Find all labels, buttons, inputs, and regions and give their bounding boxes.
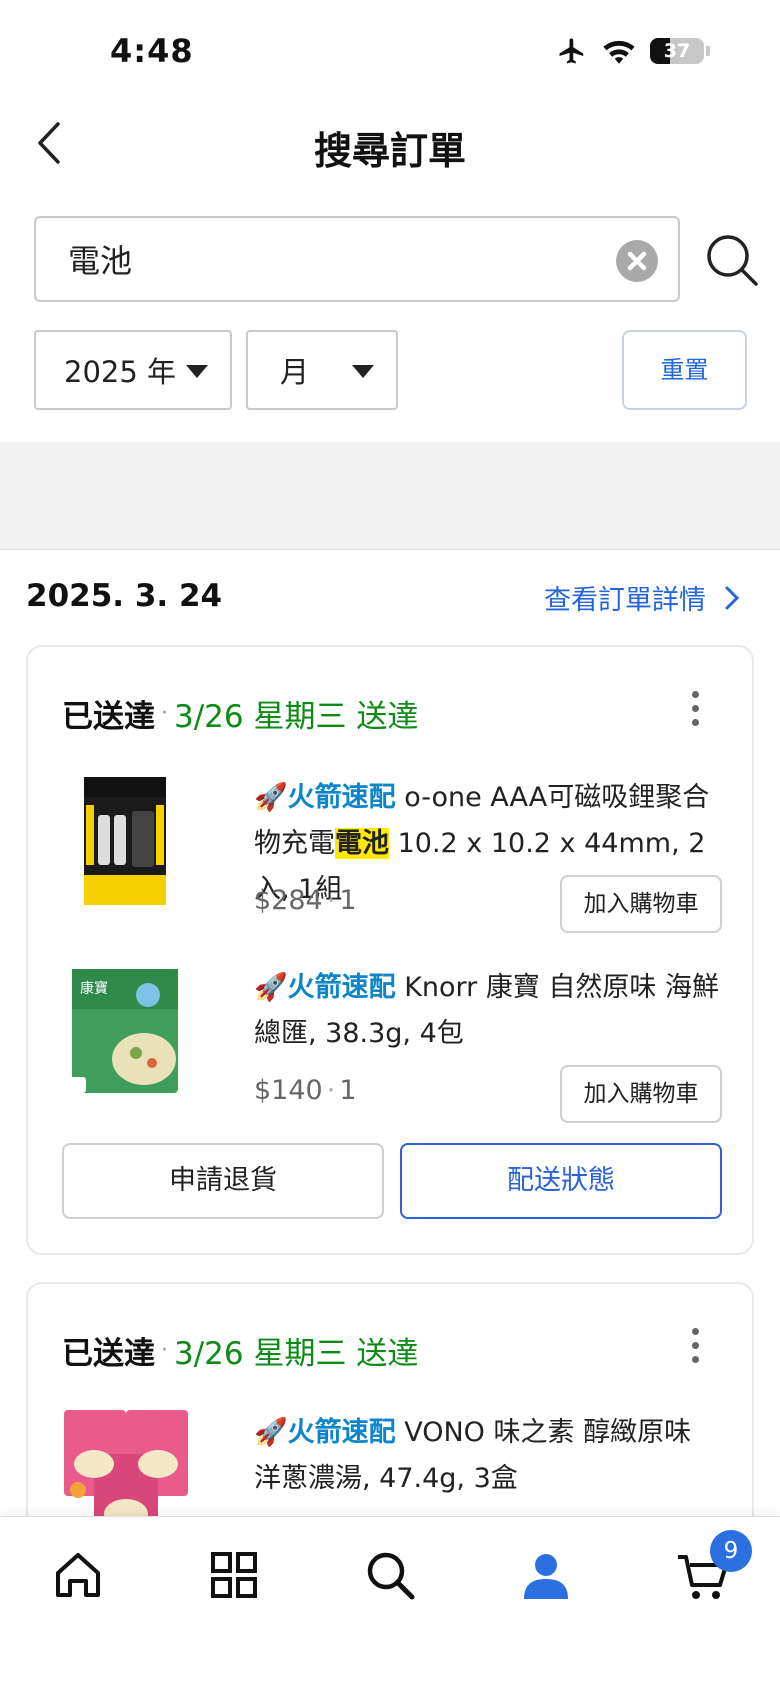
status-time: 4:48 xyxy=(110,32,194,70)
chevron-down-icon xyxy=(352,365,374,378)
more-options-icon[interactable] xyxy=(690,1328,700,1368)
delivery-status: 已送達 · 3/26 星期三 送達 xyxy=(62,691,418,736)
cart-count-badge: 9 xyxy=(710,1530,752,1572)
rocket-delivery-badge: 🚀火箭速配 xyxy=(254,782,396,813)
quantity: 1 xyxy=(339,885,357,916)
page-title: 搜尋訂單 xyxy=(313,129,466,173)
bottom-nav xyxy=(0,1516,780,1689)
product-image-battery[interactable] xyxy=(62,775,192,915)
status-label: 已送達 xyxy=(62,699,155,735)
quantity: 1 xyxy=(339,1075,357,1106)
add-to-cart-button[interactable]: 加入購物車 xyxy=(560,875,722,933)
price: $284 xyxy=(254,885,323,916)
search-field[interactable] xyxy=(34,216,680,302)
product-image-soup[interactable]: 康寶 xyxy=(62,965,192,1105)
delivery-eta: 3/26 星期三 送達 xyxy=(174,699,419,735)
search-highlight: 電池 xyxy=(335,828,389,859)
month-select-label: 月 xyxy=(280,355,310,389)
more-options-icon[interactable] xyxy=(690,691,700,731)
order-item[interactable]: 康寶 🚀火箭速配 Knorr 康寶 自然原味 海鮮總匯, 38.3g, 4包 $… xyxy=(62,965,722,1145)
order-card: 已送達 · 3/26 星期三 送達 🚀火箭速配 o-one AAA可磁吸鋰聚合物… xyxy=(26,645,754,1255)
rocket-delivery-badge: 🚀火箭速配 xyxy=(254,972,396,1003)
status-bar: 4:48 37 xyxy=(0,0,780,100)
product-title[interactable]: 🚀火箭速配 VONO 味之素 醇緻原味 洋蔥濃湯, 47.4g, 3盒 xyxy=(254,1410,724,1502)
delivery-status: 已送達 · 3/26 星期三 送達 xyxy=(62,1328,418,1373)
delivery-eta: 3/26 星期三 送達 xyxy=(174,1336,419,1372)
status-icons: 37 xyxy=(556,36,710,66)
battery-level: 37 xyxy=(663,40,691,62)
chevron-down-icon xyxy=(186,365,208,378)
search-icon[interactable] xyxy=(362,1547,418,1603)
order-date: 2025. 3. 24 xyxy=(26,578,223,614)
header: 搜尋訂單 xyxy=(0,100,780,190)
add-to-cart-button[interactable]: 加入購物車 xyxy=(560,1065,722,1123)
order-detail-link[interactable]: 查看訂單詳情 xyxy=(544,578,740,617)
status-label: 已送達 xyxy=(62,1336,155,1372)
search-icon[interactable] xyxy=(704,232,760,288)
category-grid-icon[interactable] xyxy=(206,1547,262,1603)
year-select[interactable]: 2025 年 xyxy=(34,330,232,410)
price-qty: $140 · 1 xyxy=(254,1075,357,1106)
account-icon[interactable] xyxy=(518,1547,574,1603)
reset-button[interactable]: 重置 xyxy=(622,330,747,410)
return-request-button[interactable]: 申請退貨 xyxy=(62,1143,384,1219)
battery-icon: 37 xyxy=(650,38,704,64)
svg-text:康寶: 康寶 xyxy=(80,980,108,997)
battery-cap xyxy=(706,46,710,56)
price-qty: $284 · 1 xyxy=(254,885,357,916)
divider-band xyxy=(0,442,780,550)
product-title[interactable]: 🚀火箭速配 Knorr 康寶 自然原味 海鮮總匯, 38.3g, 4包 xyxy=(254,965,724,1057)
year-select-label: 2025 年 xyxy=(64,355,177,389)
wifi-icon xyxy=(603,40,635,64)
airplane-icon xyxy=(559,38,584,64)
search-input[interactable] xyxy=(68,234,588,284)
clear-icon[interactable] xyxy=(616,240,658,282)
month-select[interactable]: 月 xyxy=(246,330,398,410)
rocket-delivery-badge: 🚀火箭速配 xyxy=(254,1417,396,1448)
chevron-right-icon xyxy=(725,586,740,609)
price: $140 xyxy=(254,1075,323,1106)
delivery-status-button[interactable]: 配送狀態 xyxy=(400,1143,722,1219)
order-detail-label: 查看訂單詳情 xyxy=(544,585,706,616)
order-item[interactable]: 🚀火箭速配 o-one AAA可磁吸鋰聚合物充電電池 10.2 x 10.2 x… xyxy=(62,775,722,955)
order-actions: 申請退貨 配送狀態 xyxy=(62,1143,722,1219)
home-icon[interactable] xyxy=(50,1547,106,1603)
